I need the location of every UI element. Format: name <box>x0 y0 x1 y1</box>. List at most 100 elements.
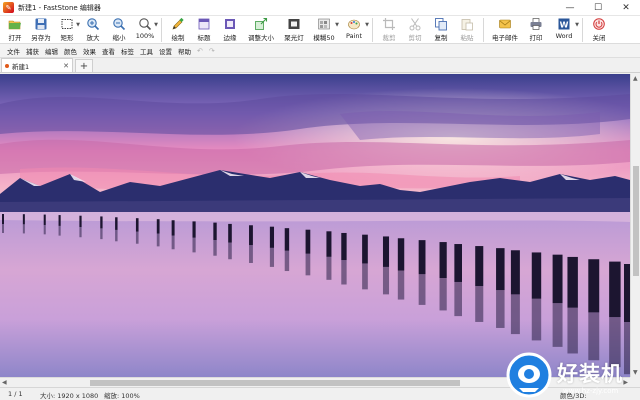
vertical-scroll-thumb[interactable] <box>633 166 639 276</box>
chevron-down-icon[interactable]: ▼ <box>154 22 158 28</box>
minimize-button[interactable]: — <box>556 0 584 16</box>
image-canvas[interactable] <box>0 74 630 377</box>
tab-document[interactable]: 新建1 ✕ <box>1 58 73 72</box>
zoom-100-button[interactable]: 100% ▼ <box>132 16 158 44</box>
pier-piling-reflection <box>79 227 82 238</box>
menu-view[interactable]: 查看 <box>99 46 118 56</box>
paint-button[interactable]: Paint ▼ <box>339 16 369 44</box>
copy-icon <box>434 17 448 31</box>
scroll-up-icon[interactable]: ▲ <box>633 75 638 82</box>
word-label: Word <box>555 32 573 40</box>
redo-icon[interactable]: ↷ <box>206 47 218 55</box>
rectangle-select-button[interactable]: 矩形 ▼ <box>54 16 80 44</box>
edge-button[interactable]: 边缘 <box>217 16 243 44</box>
zoom-in-label: 放大 <box>86 34 100 42</box>
spotlight-icon <box>287 17 301 31</box>
pier-piling-reflection <box>326 256 332 280</box>
chevron-down-icon[interactable]: ▼ <box>365 22 369 28</box>
print-button[interactable]: 打印 <box>523 16 549 44</box>
pier-piling-reflection <box>475 286 484 322</box>
cut-label: 剪切 <box>408 34 422 42</box>
horizontal-scroll-thumb[interactable] <box>90 380 460 386</box>
close-editor-button[interactable]: 关闭 <box>586 16 612 44</box>
pier-piling-reflection <box>382 266 390 295</box>
caption-button[interactable]: 标题 <box>191 16 217 44</box>
menu-file[interactable]: 文件 <box>4 46 23 56</box>
window-controls: — ☐ ✕ <box>556 0 640 16</box>
menu-capture[interactable]: 捕获 <box>23 46 42 56</box>
pier-piling-reflection <box>567 307 578 354</box>
resize-button[interactable]: 调整大小 <box>243 16 279 44</box>
pier-piling <box>269 226 275 248</box>
menu-tabs[interactable]: 标签 <box>118 46 137 56</box>
pier-piling <box>228 223 232 243</box>
pier-piling <box>2 214 4 224</box>
menu-help[interactable]: 帮助 <box>175 46 194 56</box>
pier-piling-reflection <box>192 237 196 253</box>
svg-text:W: W <box>560 21 569 30</box>
tab-close-icon[interactable]: ✕ <box>63 62 69 70</box>
zoom-out-button[interactable]: 缩小 <box>106 16 132 44</box>
toolbar-divider <box>161 18 162 42</box>
menu-effects[interactable]: 效果 <box>80 46 99 56</box>
resize-label: 调整大小 <box>248 34 274 42</box>
blur-button[interactable]: 模糊50 ▼ <box>309 16 339 44</box>
pier-piling-reflection <box>115 229 118 242</box>
save-as-label: 另存为 <box>31 34 51 42</box>
close-window-button[interactable]: ✕ <box>612 0 640 16</box>
pier-piling-reflection <box>510 294 520 335</box>
pier-piling-reflection <box>531 298 542 341</box>
crop-button[interactable]: 裁剪 <box>376 16 402 44</box>
pier-piling <box>135 218 139 232</box>
paint-icon <box>347 17 361 31</box>
pier-piling <box>588 259 600 313</box>
pier-piling <box>284 228 290 251</box>
blur-icon <box>317 17 331 31</box>
toolbar-divider <box>483 18 484 42</box>
landscape-photo <box>0 74 630 377</box>
zoom-in-button[interactable]: 放大 <box>80 16 106 44</box>
pier-piling <box>439 242 447 279</box>
menu-colors[interactable]: 颜色 <box>61 46 80 56</box>
save-as-button[interactable]: 另存为 <box>28 16 54 44</box>
email-icon <box>498 17 512 31</box>
draw-label: 绘制 <box>171 34 185 42</box>
open-button[interactable]: 打开 <box>2 16 28 44</box>
pier-piling <box>43 214 46 225</box>
pier-piling <box>510 250 520 295</box>
pier-piling <box>115 217 118 230</box>
title-bar: ✎ 新建1 - FastStone 编辑器 — ☐ ✕ <box>0 0 640 16</box>
pier-piling <box>58 215 61 226</box>
copy-button[interactable]: 复制 <box>428 16 454 44</box>
chevron-down-icon[interactable]: ▼ <box>575 22 579 28</box>
email-button[interactable]: 电子邮件 <box>487 16 523 44</box>
close-label: 关闭 <box>592 34 606 42</box>
vertical-scrollbar[interactable]: ▲ ▼ <box>630 74 640 377</box>
zoom-100-icon <box>138 17 152 31</box>
pier-piling-reflection <box>156 233 160 247</box>
word-button[interactable]: W Word ▼ <box>549 16 579 44</box>
undo-icon[interactable]: ↶ <box>194 47 206 55</box>
draw-icon <box>171 17 185 31</box>
cut-button[interactable]: 剪切 <box>402 16 428 44</box>
pier-piling-reflection <box>284 250 290 272</box>
paste-button[interactable]: 粘贴 <box>454 16 480 44</box>
pier-piling-reflection <box>58 225 61 236</box>
menu-settings[interactable]: 设置 <box>156 46 175 56</box>
menu-tools[interactable]: 工具 <box>137 46 156 56</box>
tab-strip: 新建1 ✕ + <box>0 58 640 73</box>
menu-edit[interactable]: 编辑 <box>42 46 61 56</box>
pier-piling <box>609 261 621 318</box>
draw-button[interactable]: 绘制 <box>165 16 191 44</box>
pier-piling-reflection <box>228 242 232 260</box>
edge-label: 边缘 <box>223 34 237 42</box>
print-label: 打印 <box>529 34 543 42</box>
spotlight-button[interactable]: 聚光灯 <box>279 16 309 44</box>
pier-piling <box>475 246 484 287</box>
pier-piling <box>418 240 426 275</box>
menu-bar: 文件 捕获 编辑 颜色 效果 查看 标签 工具 设置 帮助 ↶ ↷ <box>0 44 640 58</box>
scroll-left-icon[interactable]: ◀ <box>2 379 7 386</box>
caption-icon <box>197 17 211 31</box>
maximize-button[interactable]: ☐ <box>584 0 612 16</box>
new-tab-button[interactable]: + <box>75 59 93 72</box>
